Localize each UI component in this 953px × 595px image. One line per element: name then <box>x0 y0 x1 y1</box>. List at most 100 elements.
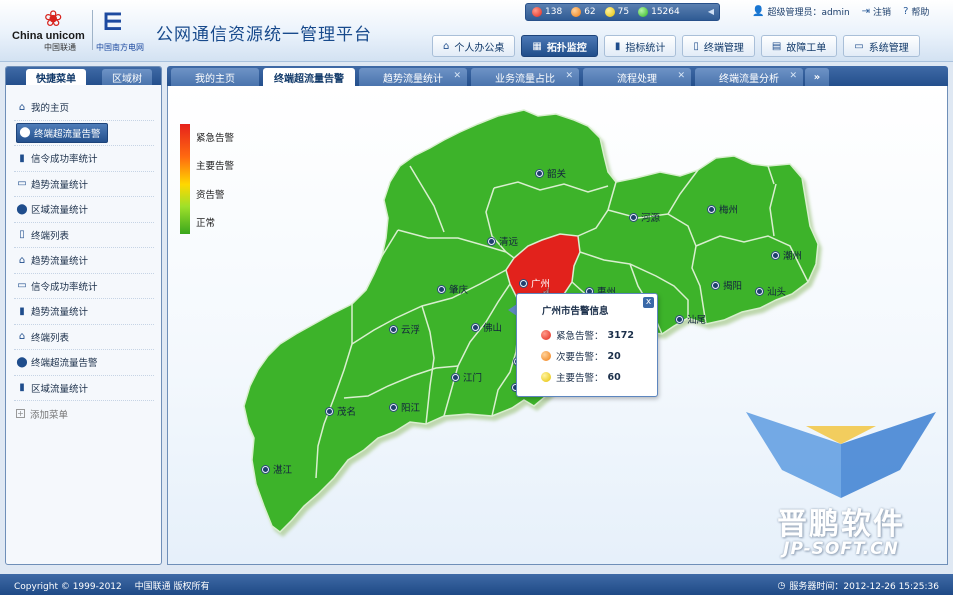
city-shantou[interactable]: 汕头 <box>756 284 786 298</box>
user-icon: 👤 <box>752 6 765 17</box>
tab-business-traffic-share[interactable]: 业务流量占比 ✕ <box>471 68 579 86</box>
sidebar-item-trend-traffic-3[interactable]: ▮ 趋势流量统计 <box>14 299 154 325</box>
nav-system-management[interactable]: ▭ 系统管理 <box>843 35 920 57</box>
city-shanwei[interactable]: 汕尾 <box>676 312 706 326</box>
city-zhaoqing[interactable]: 肇庆 <box>438 282 468 296</box>
city-label: 肇庆 <box>449 285 469 296</box>
tab-trend-traffic[interactable]: 趋势流量统计 ✕ <box>359 68 467 86</box>
city-label: 汕尾 <box>687 315 707 326</box>
city-zhanjiang[interactable]: 湛江 <box>262 462 292 476</box>
city-pin-icon <box>676 315 683 323</box>
server-time: ◷ 服务器时间：2012-12-26 15:25:36 <box>777 579 939 593</box>
status-major[interactable]: 62 <box>571 7 596 17</box>
clock-icon: ◷ <box>777 580 786 591</box>
red-dot-icon <box>541 330 551 340</box>
status-urgent[interactable]: 138 <box>532 7 562 17</box>
more-tabs-icon: » <box>813 71 821 83</box>
nav-terminal-management[interactable]: ▯ 终端管理 <box>682 35 755 57</box>
city-pin-icon <box>262 465 269 473</box>
city-jiangmen[interactable]: 江门 <box>452 370 482 384</box>
nav-label: 个人办公桌 <box>454 42 505 54</box>
city-chaozhou[interactable]: 潮州 <box>772 248 802 262</box>
status-minor-count: 75 <box>617 7 630 17</box>
close-icon[interactable]: ✕ <box>789 71 797 81</box>
city-label: 揭阳 <box>723 281 743 292</box>
watermark-sub: JP-SOFT.CN <box>783 539 899 559</box>
popup-title: 广州市告警信息 <box>542 306 609 317</box>
alarm-status-bar[interactable]: 138 62 75 15264 ◀ <box>525 3 720 21</box>
nav-personal-desk[interactable]: ⌂ 个人办公桌 <box>432 35 516 57</box>
close-icon[interactable]: ✕ <box>453 71 461 81</box>
help-link[interactable]: 帮助 <box>911 5 929 18</box>
city-pin-icon <box>452 373 459 381</box>
nav-indicator-stats[interactable]: ▮ 指标统计 <box>603 35 677 57</box>
status-normal-count: 15264 <box>651 7 680 17</box>
orange-dot-icon <box>541 351 551 361</box>
city-yangjiang[interactable]: 阳江 <box>390 400 420 414</box>
tab-quick-menu[interactable]: 快捷菜单 <box>26 69 86 85</box>
unicom-logo-text: China unicom <box>12 30 85 42</box>
tab-label: 终端超流量告警 <box>274 73 344 85</box>
tab-more-button[interactable]: » <box>805 68 829 86</box>
tab-terminal-overflow-alarm[interactable]: 终端超流量告警 <box>263 68 355 86</box>
sidebar-item-signaling-success-2[interactable]: ▭ 信令成功率统计 <box>14 274 154 299</box>
tab-terminal-traffic-analysis[interactable]: 终端流量分析 ✕ <box>695 68 803 86</box>
popup-row-label: 紧急告警： <box>556 331 604 342</box>
city-jieyang[interactable]: 揭阳 <box>712 278 742 292</box>
city-maoming[interactable]: 茂名 <box>326 404 356 418</box>
sidebar-item-terminal-overflow-alarm[interactable]: ⬤ 终端超流量告警 <box>14 121 154 146</box>
sidebar-item-region-traffic[interactable]: ⬤ 区域流量统计 <box>14 197 154 223</box>
city-heyuan[interactable]: 河源 <box>630 210 660 224</box>
city-qingyuan[interactable]: 清远 <box>488 234 518 248</box>
city-yunfu[interactable]: 云浮 <box>390 322 420 336</box>
city-shaoguan[interactable]: 韶关 <box>536 166 566 180</box>
city-foshan[interactable]: 佛山 <box>472 320 502 334</box>
status-normal[interactable]: 15264 <box>638 7 680 17</box>
status-minor[interactable]: 75 <box>604 7 630 17</box>
logout-icon[interactable]: ⇥ <box>862 6 870 17</box>
bar-chart-icon: ▮ <box>19 382 25 394</box>
close-icon[interactable]: ✕ <box>677 71 685 81</box>
nav-fault-ticket[interactable]: ▤ 故障工单 <box>760 35 838 57</box>
nav-label: 指标统计 <box>625 42 666 54</box>
tab-region-tree[interactable]: 区域树 <box>102 69 152 85</box>
tab-my-home[interactable]: 我的主页 <box>171 68 259 86</box>
monitor-icon: ▭ <box>854 40 864 52</box>
sidebar-item-trend-traffic[interactable]: ▭ 趋势流量统计 <box>14 172 154 197</box>
bar-chart-icon: ▮ <box>614 40 621 52</box>
sidebar-item-terminal-list-2[interactable]: ⌂ 终端列表 <box>14 325 154 350</box>
status-major-count: 62 <box>584 7 596 17</box>
tab-label: 业务流量占比 <box>495 73 555 85</box>
sidebar-item-label: 终端超流量告警 <box>31 358 98 370</box>
watermark-text: 晋鹏软件 <box>777 507 905 542</box>
close-icon[interactable]: ✕ <box>565 71 573 81</box>
active-item-highlight: ⬤ 终端超流量告警 <box>16 122 108 143</box>
sidebar-item-signaling-success[interactable]: ▮ 信令成功率统计 <box>14 146 154 172</box>
tab-label: 趋势流量统计 <box>383 73 443 85</box>
tab-process-handling[interactable]: 流程处理 ✕ <box>583 68 691 86</box>
logout-link[interactable]: 注销 <box>873 5 891 18</box>
add-menu-button[interactable]: + 添加菜单 <box>14 401 154 427</box>
sidebar-tabs: 快捷菜单 区域树 <box>6 67 161 85</box>
city-label: 汕头 <box>767 287 787 298</box>
collapse-left-icon[interactable]: ◀ <box>708 7 714 16</box>
sidebar-item-terminal-list[interactable]: ▯ 终端列表 <box>14 223 154 248</box>
sidebar-item-my-home[interactable]: ⌂ 我的主页 <box>14 95 154 121</box>
status-urgent-count: 138 <box>545 7 563 17</box>
sidebar-item-terminal-overflow-alarm-2[interactable]: ⬤ 终端超流量告警 <box>14 350 154 376</box>
help-icon[interactable]: ? <box>903 6 908 17</box>
nav-label: 拓扑监控 <box>546 42 587 54</box>
city-label: 韶关 <box>547 169 567 180</box>
location-pin-icon: ⬤ <box>16 356 28 368</box>
plus-icon: + <box>16 409 25 419</box>
close-icon[interactable]: x <box>643 297 654 308</box>
nav-label: 终端管理 <box>703 42 744 54</box>
sidebar-item-trend-traffic-2[interactable]: ⌂ 趋势流量统计 <box>14 248 154 274</box>
sidebar-item-label: 终端列表 <box>31 332 70 344</box>
sidebar-item-label: 趋势流量统计 <box>31 179 89 191</box>
alarm-map-panel: 紧急告警 主要告警 资告警 正常 韶关 清远 河源 梅州 潮州 广州 肇庆 揭阳… <box>167 86 948 565</box>
nav-topology-monitor[interactable]: ▦ 拓扑监控 <box>521 35 598 57</box>
city-meizhou[interactable]: 梅州 <box>708 202 738 216</box>
sidebar-item-region-traffic-2[interactable]: ▮ 区域流量统计 <box>14 376 154 401</box>
sidebar-item-label: 我的主页 <box>31 103 70 115</box>
